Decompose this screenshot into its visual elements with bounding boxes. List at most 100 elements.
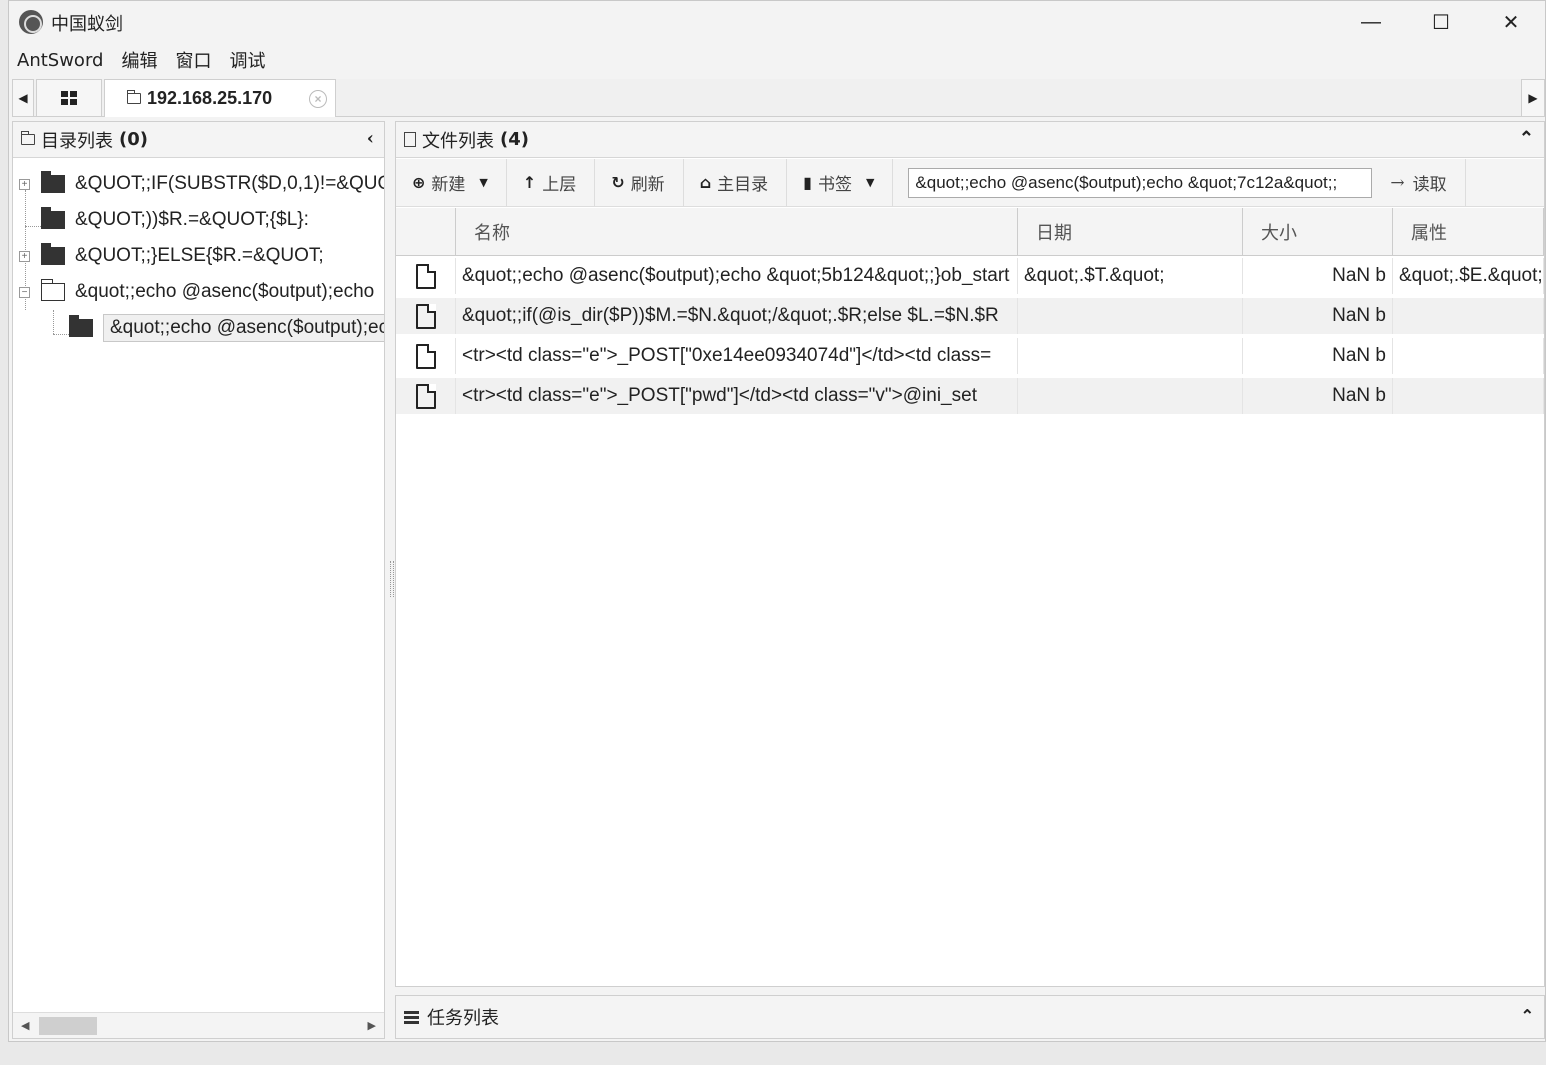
window-title: 中国蚁剑: [51, 14, 123, 35]
task-panel-title: 任务列表: [427, 1008, 499, 1029]
column-header-name[interactable]: 名称: [456, 208, 1018, 256]
folder-icon: [41, 171, 65, 193]
file-name: &quot;;if(@is_dir($P))$M.=$N.&quot;/&quo…: [456, 298, 1018, 334]
bookmark-label: 书签: [817, 175, 852, 195]
refresh-button[interactable]: ↻ 刷新: [611, 158, 684, 207]
home-label: 主目录: [717, 175, 769, 195]
task-panel[interactable]: 任务列表 ⌃: [395, 995, 1545, 1039]
folder-icon: [41, 243, 65, 265]
tab-home[interactable]: [36, 79, 102, 117]
collapse-panel-button[interactable]: ⌃: [1519, 128, 1534, 149]
column-header-date[interactable]: 日期: [1018, 208, 1243, 256]
antsword-logo-icon: [19, 10, 43, 34]
file-date: [1018, 378, 1243, 414]
file-date: &quot;.$T.&quot;: [1018, 258, 1243, 294]
scroll-left-arrow-icon[interactable]: ◀: [21, 1019, 29, 1032]
dropdown-caret-icon: ▼: [865, 176, 875, 189]
file-attributes: [1393, 378, 1544, 414]
folder-icon: [21, 131, 35, 145]
tree-node[interactable]: &QUOT;;}ELSE{$R.=&QUOT;: [41, 240, 324, 272]
file-attributes: [1393, 298, 1544, 334]
scrollbar-thumb[interactable]: [39, 1017, 97, 1035]
directory-panel-header: 目录列表 (0) ‹: [13, 122, 384, 158]
directory-panel-title: 目录列表: [41, 130, 113, 152]
folder-open-icon: [41, 279, 65, 301]
tab-scroll-left-button[interactable]: ◀: [12, 79, 34, 117]
file-panel-header: 文件列表 (4) ⌃: [396, 122, 1544, 158]
file-row[interactable]: &quot;;if(@is_dir($P))$M.=$N.&quot;/&quo…: [396, 298, 1544, 334]
maximize-button[interactable]: ☐: [1406, 1, 1476, 43]
tab-bar: ◀ 192.168.25.170 × ▶: [12, 79, 1545, 117]
file-name: <tr><td class="e">_POST["pwd"]</td><td c…: [456, 378, 1018, 414]
panel-splitter[interactable]: [387, 121, 395, 1039]
home-directory-button[interactable]: ⌂ 主目录: [699, 158, 788, 207]
tree-node-selected[interactable]: &quot;;echo @asenc($output);echo: [69, 312, 384, 344]
file-attributes: [1393, 338, 1544, 374]
tree-expand-toggle[interactable]: +: [19, 251, 30, 262]
up-button[interactable]: ↑ 上层: [523, 158, 596, 207]
refresh-icon: ↻: [611, 173, 625, 192]
column-header-attributes[interactable]: 属性: [1393, 208, 1544, 256]
tree-node-label: &QUOT;))$R.=&QUOT;{$L}:: [75, 209, 309, 230]
new-label: 新建: [431, 175, 466, 195]
tree-node-label: &quot;;echo @asenc($output);echo: [75, 281, 375, 302]
tree-node-label: &QUOT;;IF(SUBSTR($D,0,1)!=&QUOT;: [75, 173, 384, 194]
file-icon: [415, 343, 436, 369]
directory-count: (0): [119, 129, 148, 150]
menu-antsword[interactable]: AntSword: [17, 50, 103, 71]
file-name: <tr><td class="e">_POST["0xe14ee0934074d…: [456, 338, 1018, 374]
tree-node[interactable]: &QUOT;;IF(SUBSTR($D,0,1)!=&QUOT;: [41, 168, 384, 200]
file-grid-header: 名称 日期 大小 属性: [396, 208, 1544, 256]
grid-icon: [61, 91, 77, 105]
tab-host-session[interactable]: 192.168.25.170 ×: [104, 79, 336, 117]
new-button[interactable]: ⊕ 新建 ▼: [412, 158, 507, 207]
read-button[interactable]: → 读取: [1372, 158, 1466, 207]
file-count: (4): [500, 129, 529, 150]
tree-node-label: &quot;;echo @asenc($output);echo: [103, 314, 384, 342]
arrow-right-icon: →: [1390, 172, 1405, 193]
file-size: NaN b: [1243, 258, 1393, 294]
horizontal-scrollbar[interactable]: ◀ ▶: [13, 1012, 384, 1038]
file-date: [1018, 298, 1243, 334]
file-name: &quot;;echo @asenc($output);echo &quot;5…: [456, 258, 1018, 294]
up-label: 上层: [542, 175, 577, 195]
column-header-size[interactable]: 大小: [1243, 208, 1393, 256]
collapse-panel-button[interactable]: ‹: [367, 128, 374, 149]
tree-node-expanded[interactable]: &quot;;echo @asenc($output);echo: [41, 276, 374, 308]
file-row[interactable]: <tr><td class="e">_POST["pwd"]</td><td c…: [396, 378, 1544, 414]
menu-window[interactable]: 窗口: [175, 47, 211, 73]
tree-collapse-toggle[interactable]: −: [19, 287, 30, 298]
tab-scroll-right-button[interactable]: ▶: [1521, 79, 1545, 117]
file-row[interactable]: <tr><td class="e">_POST["0xe14ee0934074d…: [396, 338, 1544, 374]
list-icon: [404, 1010, 419, 1024]
expand-panel-button[interactable]: ⌃: [1521, 1006, 1534, 1025]
scroll-right-arrow-icon[interactable]: ▶: [368, 1019, 376, 1032]
tree-node[interactable]: &QUOT;))$R.=&QUOT;{$L}:: [41, 204, 309, 236]
menu-debug[interactable]: 调试: [229, 47, 265, 73]
document-icon: [404, 132, 416, 147]
file-icon: [415, 263, 436, 289]
menu-edit[interactable]: 编辑: [121, 47, 157, 73]
title-bar: 中国蚁剑 — ☐ ✕: [9, 1, 1545, 43]
folder-icon: [69, 315, 93, 337]
minimize-button[interactable]: —: [1336, 1, 1406, 43]
tree-expand-toggle[interactable]: +: [19, 179, 30, 190]
bookmark-button[interactable]: ▮ 书签 ▼: [803, 158, 894, 207]
dropdown-caret-icon: ▼: [479, 176, 488, 189]
file-row[interactable]: &quot;;echo @asenc($output);echo &quot;5…: [396, 258, 1544, 294]
icon-column-header: [396, 208, 456, 256]
directory-tree: + &QUOT;;IF(SUBSTR($D,0,1)!=&QUOT; &QUOT…: [13, 166, 384, 1016]
tab-close-icon[interactable]: ×: [309, 90, 327, 108]
file-size: NaN b: [1243, 298, 1393, 334]
read-label: 读取: [1412, 175, 1447, 195]
close-window-button[interactable]: ✕: [1476, 1, 1545, 43]
file-panel-title: 文件列表: [422, 130, 494, 152]
path-input[interactable]: &quot;;echo @asenc($output);echo &quot;7…: [908, 167, 1373, 198]
file-icon: [415, 383, 436, 409]
tree-node-label: &QUOT;;}ELSE{$R.=&QUOT;: [75, 245, 324, 266]
home-icon: ⌂: [699, 173, 712, 192]
directory-panel: 目录列表 (0) ‹ + &QUOT;;IF(SUBSTR($D,0,1)!=&…: [12, 121, 385, 1039]
file-size: NaN b: [1243, 338, 1393, 374]
plus-circle-icon: ⊕: [412, 173, 426, 192]
refresh-label: 刷新: [630, 175, 665, 195]
